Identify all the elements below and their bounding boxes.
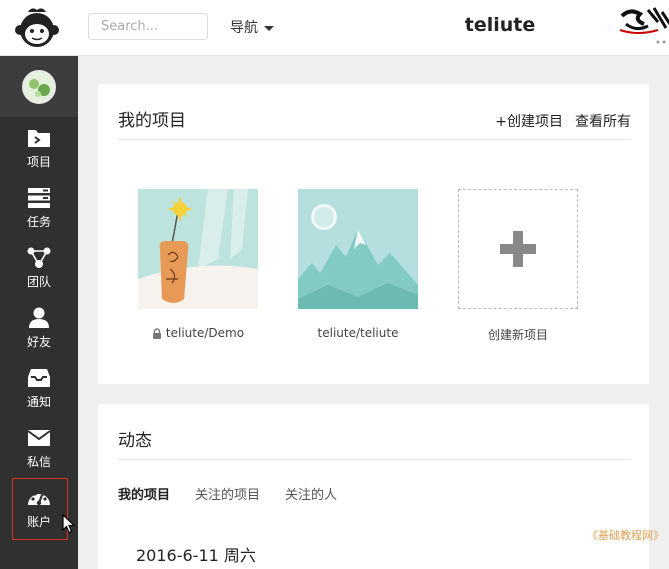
top-bar: 导航 teliute: [0, 0, 669, 56]
project-item[interactable]: teliute/Demo: [138, 189, 258, 340]
card-header: 动态: [118, 404, 631, 460]
watermark-text: 《基础教程网》: [587, 529, 664, 542]
monkey-logo-icon[interactable]: [14, 6, 60, 50]
project-thumbnail[interactable]: [138, 189, 258, 309]
sidebar-item-team[interactable]: 团队: [0, 238, 78, 298]
project-label[interactable]: teliute/teliute: [298, 326, 418, 340]
sidebar-item-label: 团队: [26, 274, 51, 289]
sidebar-item-label: 任务: [26, 214, 51, 229]
new-project-label[interactable]: 创建新项目: [458, 326, 578, 343]
project-item[interactable]: teliute/teliute: [298, 189, 418, 340]
sidebar-item-tasks[interactable]: 任务: [0, 178, 78, 238]
view-all-link[interactable]: 查看所有: [575, 111, 631, 131]
sidebar-item-label: 项目: [26, 154, 51, 169]
sidebar-item-projects[interactable]: 项目: [0, 118, 78, 178]
caret-down-icon: [264, 25, 274, 31]
sidebar-item-label: 好友: [26, 334, 51, 349]
sidebar-item-friends[interactable]: 好友: [0, 298, 78, 358]
activity-card: 动态 我的项目 关注的项目 关注的人 2016-6-11 周六: [98, 404, 649, 569]
new-project-item[interactable]: 创建新项目: [458, 189, 578, 343]
nav-dropdown-label: 导航: [230, 20, 258, 36]
sidebar-item-label: 账户: [26, 514, 51, 529]
plus-icon: [500, 231, 536, 267]
mail-icon: [27, 429, 51, 446]
tab-followed-people[interactable]: 关注的人: [285, 484, 337, 503]
site-title: teliute: [464, 14, 536, 36]
card-title: 动态: [118, 431, 152, 451]
project-name: teliute/Demo: [165, 326, 245, 340]
project-thumbnail[interactable]: [298, 189, 418, 309]
brand-ink-logo-icon: [619, 7, 669, 44]
vase-sunflower-image: [138, 189, 258, 309]
avatar[interactable]: [22, 69, 56, 104]
sidebar-item-label: 通知: [26, 394, 51, 409]
sidebar-item-label: 私信: [26, 454, 51, 469]
team-icon: [27, 247, 51, 268]
card-title: 我的项目: [118, 111, 186, 131]
project-name: teliute/teliute: [317, 326, 399, 340]
activity-date: 2016-6-11 周六: [136, 546, 256, 565]
card-actions: +创建项目 查看所有: [495, 111, 631, 131]
tab-followed-projects[interactable]: 关注的项目: [195, 484, 260, 503]
search-input[interactable]: [88, 13, 208, 40]
my-projects-card: 我的项目 +创建项目 查看所有 teliute/Demo teliute/tel…: [98, 84, 649, 384]
nav-dropdown[interactable]: 导航: [230, 17, 274, 37]
dashboard-icon: [28, 489, 50, 505]
sidebar-item-messages[interactable]: 私信: [0, 418, 78, 478]
folder-icon: [28, 129, 50, 147]
project-label[interactable]: teliute/Demo: [138, 326, 258, 340]
activity-tabs: 我的项目 关注的项目 关注的人: [118, 484, 337, 503]
lock-icon: [152, 327, 161, 339]
user-icon: [29, 307, 49, 328]
avatar-leaf-icon: [24, 71, 54, 102]
tasks-icon: [28, 187, 50, 208]
new-project-tile[interactable]: [458, 189, 578, 309]
inbox-icon: [28, 368, 50, 387]
avatar-area: [0, 56, 78, 118]
mouse-cursor-icon: [62, 514, 76, 534]
card-header: 我的项目 +创建项目 查看所有: [118, 84, 631, 140]
mountain-landscape-image: [298, 189, 418, 309]
sidebar-item-notifications[interactable]: 通知: [0, 358, 78, 418]
sidebar: 项目 任务 团队 好友 通知 私信 账户: [0, 56, 78, 569]
create-project-link[interactable]: +创建项目: [495, 111, 563, 131]
tab-my-projects[interactable]: 我的项目: [118, 484, 170, 503]
